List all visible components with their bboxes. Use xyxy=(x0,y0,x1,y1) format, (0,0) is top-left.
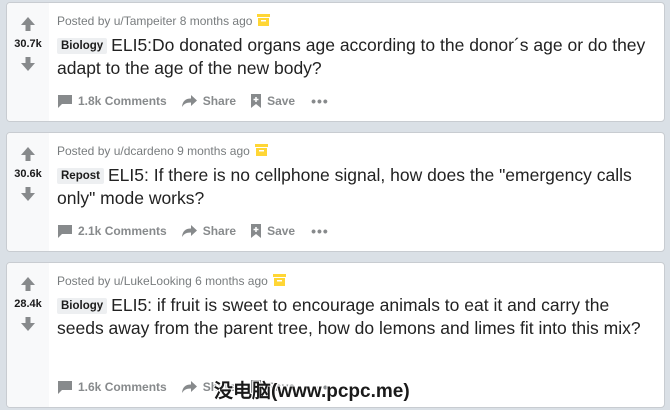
share-label: Share xyxy=(202,224,237,238)
comments-button[interactable]: 2.1k Comments xyxy=(57,220,173,243)
save-label: Save xyxy=(267,224,296,238)
vote-column: 30.6k xyxy=(7,133,49,251)
post-flair[interactable]: Biology xyxy=(57,298,108,314)
post-title[interactable]: Biology ELI5: if fruit is sweet to encour… xyxy=(57,294,654,340)
post-title-text[interactable]: ELI5: if fruit is sweet to encourage ani… xyxy=(57,295,641,338)
downvote-icon[interactable] xyxy=(19,315,37,333)
vote-column: 28.4k xyxy=(7,263,49,407)
post-title-text[interactable]: ELI5:Do donated organs age according to … xyxy=(57,35,645,78)
save-icon xyxy=(250,223,262,239)
save-label: Save xyxy=(267,94,296,108)
post-meta: Posted by u/Tampeiter 8 months ago xyxy=(57,13,654,29)
share-button[interactable]: Share xyxy=(181,220,242,242)
posted-by-text[interactable]: Posted by u/Tampeiter 8 months ago xyxy=(57,14,252,28)
comment-icon xyxy=(57,380,73,395)
comments-label: 2.1k Comments xyxy=(78,224,167,238)
vote-score: 30.6k xyxy=(14,168,42,180)
share-label: Share xyxy=(202,94,237,108)
post-title[interactable]: Biology ELI5:Do donated organs age accord… xyxy=(57,34,654,80)
watermark: 没电脑(www.pcpc.me) xyxy=(214,381,410,402)
post-flair[interactable]: Biology xyxy=(57,38,108,54)
save-icon xyxy=(250,93,262,109)
comments-label: 1.6k Comments xyxy=(78,380,167,394)
comments-label: 1.8k Comments xyxy=(78,94,167,108)
post-meta: Posted by u/LukeLooking 6 months ago xyxy=(57,273,654,289)
more-options-button[interactable]: ••• xyxy=(309,93,331,109)
post-meta: Posted by u/dcardeno 9 months ago xyxy=(57,143,654,159)
post-title[interactable]: Repost ELI5: If there is no cellphone sig… xyxy=(57,164,654,210)
post-actions: 1.8k Comments Share Save ••• xyxy=(57,89,331,113)
vote-column: 30.7k xyxy=(7,3,49,121)
upvote-icon[interactable] xyxy=(19,145,37,163)
share-button[interactable]: Share xyxy=(181,90,242,112)
share-icon xyxy=(181,94,198,108)
vote-score: 30.7k xyxy=(14,38,42,50)
archive-icon xyxy=(257,13,271,29)
upvote-icon[interactable] xyxy=(19,275,37,293)
downvote-icon[interactable] xyxy=(19,185,37,203)
save-button[interactable]: Save xyxy=(250,89,301,113)
save-button[interactable]: Save xyxy=(250,219,301,243)
comments-button[interactable]: 1.8k Comments xyxy=(57,90,173,113)
vote-score: 28.4k xyxy=(14,298,42,310)
more-options-button[interactable]: ••• xyxy=(309,223,331,239)
post-card[interactable]: 30.6k Posted by u/dcardeno 9 months ago … xyxy=(6,132,665,252)
comment-icon xyxy=(57,224,73,239)
post-feed: 30.7k Posted by u/Tampeiter 8 months ago… xyxy=(0,0,670,410)
post-title-text[interactable]: ELI5: If there is no cellphone signal, h… xyxy=(57,165,632,208)
posted-by-text[interactable]: Posted by u/dcardeno 9 months ago xyxy=(57,144,250,158)
comments-button[interactable]: 1.6k Comments xyxy=(57,376,173,399)
upvote-icon[interactable] xyxy=(19,15,37,33)
archive-icon xyxy=(272,273,286,289)
comment-icon xyxy=(57,94,73,109)
posted-by-text[interactable]: Posted by u/LukeLooking 6 months ago xyxy=(57,274,268,288)
share-icon xyxy=(181,224,198,238)
post-flair[interactable]: Repost xyxy=(57,168,104,184)
post-actions: 2.1k Comments Share Save ••• xyxy=(57,219,331,243)
post-card[interactable]: 30.7k Posted by u/Tampeiter 8 months ago… xyxy=(6,2,665,122)
downvote-icon[interactable] xyxy=(19,55,37,73)
share-icon xyxy=(181,380,198,394)
archive-icon xyxy=(254,143,268,159)
